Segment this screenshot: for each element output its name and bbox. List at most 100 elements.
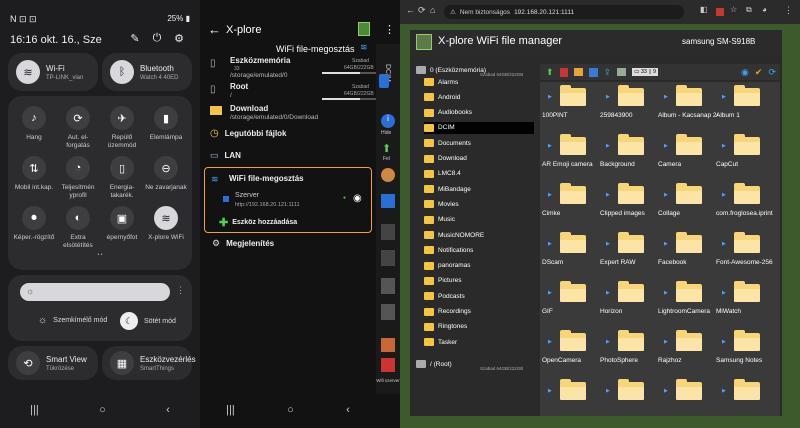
- expand-arrow-icon[interactable]: ▶: [606, 192, 610, 198]
- folder-item[interactable]: ▶ Camera: [658, 134, 718, 168]
- home-icon[interactable]: ○: [287, 404, 294, 416]
- tree-item[interactable]: Android: [424, 91, 460, 103]
- expand-arrow-icon[interactable]: ▶: [606, 143, 610, 149]
- folder-item[interactable]: ▶ Horizon: [600, 281, 660, 315]
- folder-item[interactable]: ▶ Album - Kacsanap 24.09.22: [658, 85, 718, 119]
- browser-menu-icon[interactable]: ⋮: [784, 5, 793, 16]
- tree-item[interactable]: Music: [424, 214, 455, 226]
- folder-item[interactable]: ▶ LightroomCamera: [658, 281, 718, 315]
- extension-icon-1[interactable]: ◧: [700, 5, 708, 14]
- expand-arrow-icon[interactable]: ▶: [722, 339, 726, 345]
- bluetooth-tile[interactable]: ᛒ Bluetooth Watch 4 40ED: [102, 53, 192, 91]
- expand-arrow-icon[interactable]: ▶: [722, 143, 726, 149]
- back-arrow-icon[interactable]: ←: [208, 22, 221, 37]
- expand-arrow-icon[interactable]: ▶: [664, 192, 668, 198]
- quick-tile[interactable]: ◔ Teljesítmén yprofil: [56, 156, 100, 200]
- server-row[interactable]: Szerver http://192.168.20.121:1111 ● ◉: [219, 192, 369, 212]
- home-icon[interactable]: ○: [99, 404, 106, 416]
- folder-item[interactable]: ▶ CapCut: [716, 134, 776, 168]
- tree-item[interactable]: Recordings: [424, 306, 471, 318]
- tree-item[interactable]: panoramas: [424, 260, 471, 272]
- tree-item[interactable]: Ringtones: [424, 321, 467, 333]
- tree-item[interactable]: Movies: [424, 198, 459, 210]
- quick-tile[interactable]: ⊖ Ne zavarjanak: [144, 156, 188, 200]
- quick-tile[interactable]: ≋ X-plore WiFi: [144, 206, 188, 250]
- folder-item[interactable]: ▶ 100PINT: [542, 85, 602, 119]
- quick-tile[interactable]: ♪ Hang: [12, 106, 56, 150]
- expand-arrow-icon[interactable]: ▶: [664, 143, 668, 149]
- folder-item[interactable]: ▶ OpenCamera: [542, 330, 602, 364]
- tree-item[interactable]: Podcasts: [424, 290, 465, 302]
- folder-item[interactable]: ▶: [658, 379, 718, 406]
- folder-item[interactable]: ▶ PhotoSphere: [600, 330, 660, 364]
- folder-item[interactable]: ▶ Samsung Notes: [716, 330, 776, 364]
- tool-icon-2[interactable]: [381, 250, 395, 266]
- upload-icon[interactable]: ⇪: [604, 67, 612, 78]
- view-icon[interactable]: ◉: [741, 67, 749, 78]
- folder-item[interactable]: ▶ Background: [600, 134, 660, 168]
- eye-comfort-toggle[interactable]: ☼ Szemkímélő mód: [38, 315, 107, 326]
- up-arrow-icon[interactable]: ⬆: [382, 142, 391, 155]
- expand-arrow-icon[interactable]: ▶: [722, 388, 726, 394]
- expand-arrow-icon[interactable]: ▶: [664, 339, 668, 345]
- tree-item[interactable]: Documents: [424, 137, 471, 149]
- info-icon[interactable]: i: [381, 114, 395, 128]
- smart-view-tile[interactable]: ⟲ Smart View Tükrözése: [8, 346, 98, 380]
- folder-item[interactable]: ▶ Cimke: [542, 183, 602, 217]
- delete-icon[interactable]: [381, 358, 395, 372]
- brightness-slider[interactable]: ☼: [20, 283, 170, 301]
- folder-item[interactable]: ▶ MiWatch: [716, 281, 776, 315]
- expand-arrow-icon[interactable]: ▶: [664, 388, 668, 394]
- edit-file-icon[interactable]: [381, 194, 395, 208]
- quick-tile[interactable]: ⇅ Mobil int.kap.: [12, 156, 56, 200]
- tree-item[interactable]: DCIM: [424, 121, 534, 134]
- folder-item[interactable]: ▶ Collage: [658, 183, 718, 217]
- address-bar[interactable]: ⚠ Nem biztonságos 192.168.20.121:1111: [444, 5, 684, 19]
- check-icon[interactable]: ✔: [755, 67, 763, 78]
- expand-arrow-icon[interactable]: ▶: [548, 241, 552, 247]
- new-folder-icon[interactable]: [381, 338, 395, 352]
- quick-tile[interactable]: ⏺ Képer.-rögzítő: [12, 206, 56, 250]
- expand-arrow-icon[interactable]: ▶: [722, 290, 726, 296]
- folder-item[interactable]: ▶: [716, 379, 776, 406]
- back-icon[interactable]: ‹: [346, 404, 350, 416]
- add-device-row[interactable]: ✚ Eszköz hozzáadása: [219, 216, 297, 229]
- expand-arrow-icon[interactable]: ▶: [548, 339, 552, 345]
- expand-arrow-icon[interactable]: ▶: [606, 339, 610, 345]
- quick-tile[interactable]: ▣ épernyőfot: [100, 206, 144, 250]
- folder-item[interactable]: ▶ Facebook: [658, 232, 718, 266]
- up-icon[interactable]: ⬆: [546, 67, 554, 78]
- tree-item[interactable]: Tasker: [424, 336, 457, 348]
- tree-item[interactable]: MiBandage: [424, 183, 471, 195]
- expand-arrow-icon[interactable]: ▶: [606, 388, 610, 394]
- server-toggle[interactable]: ◉: [353, 193, 362, 204]
- quick-tile[interactable]: ⟳ Aut. el-forgatás: [56, 106, 100, 150]
- folder-item[interactable]: ▶ 259843900: [600, 85, 660, 119]
- folder-item[interactable]: ▶ Expert RAW: [600, 232, 660, 266]
- reload-icon[interactable]: ⟳: [418, 5, 426, 16]
- tree-item[interactable]: Pictures: [424, 275, 461, 287]
- folder-item[interactable]: ▶: [600, 379, 660, 406]
- recent-files-row[interactable]: ◷ Legutóbbi fájlok: [204, 128, 372, 139]
- quick-tile[interactable]: ▯ Energia-takarék.: [100, 156, 144, 200]
- expand-arrow-icon[interactable]: ▶: [722, 94, 726, 100]
- back-nav-icon[interactable]: ←: [406, 5, 415, 15]
- folder-item[interactable]: ▶: [542, 379, 602, 406]
- quick-tile[interactable]: ▮ Elemlámpa: [144, 106, 188, 150]
- extension-icon-3[interactable]: ☆: [730, 5, 737, 14]
- expand-arrow-icon[interactable]: ▶: [548, 143, 552, 149]
- recents-icon[interactable]: |||: [30, 404, 39, 416]
- wifi-tile[interactable]: ≋ Wi-Fi TP-LINK_vian: [8, 53, 98, 91]
- tree-item[interactable]: MusicNOMORE: [424, 229, 484, 241]
- expand-arrow-icon[interactable]: ▶: [548, 388, 552, 394]
- lan-row[interactable]: ▭ LAN: [204, 150, 372, 161]
- overflow-menu-icon[interactable]: ⋮: [384, 23, 395, 36]
- folder-item[interactable]: ▶ Rajzhoz: [658, 330, 718, 364]
- folder-item[interactable]: ▶ Clipped images: [600, 183, 660, 217]
- gear-icon[interactable]: ⚙: [172, 32, 186, 46]
- rename-icon[interactable]: [588, 67, 598, 77]
- delete-icon[interactable]: [559, 67, 568, 77]
- tree-item[interactable]: Audiobooks: [424, 107, 472, 119]
- new-folder-icon[interactable]: [573, 68, 583, 76]
- expand-arrow-icon[interactable]: ▶: [664, 241, 668, 247]
